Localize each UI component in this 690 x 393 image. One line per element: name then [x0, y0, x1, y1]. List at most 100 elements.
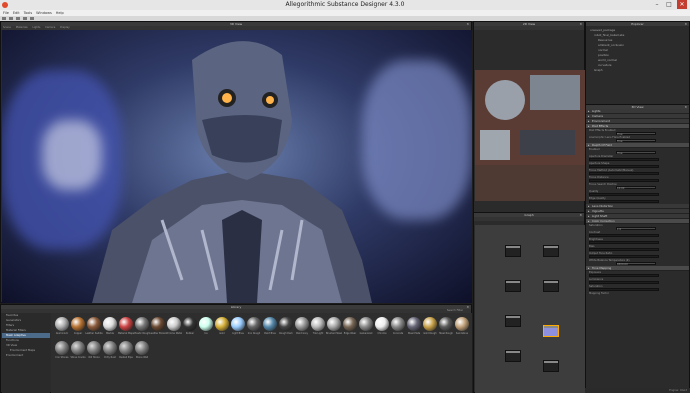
material-thumbnail[interactable] [295, 317, 309, 331]
material-thumbnail[interactable] [423, 317, 437, 331]
open-icon[interactable] [8, 17, 13, 20]
close-icon[interactable]: ✕ [466, 305, 469, 309]
material-thumbnail[interactable] [135, 317, 149, 331]
toolbar-scene[interactable]: Scene [3, 26, 11, 29]
edge-quality-slider[interactable] [589, 200, 659, 203]
toolbar-lights[interactable]: Lights [32, 26, 40, 29]
maximize-button[interactable]: □ [664, 0, 674, 9]
close-icon[interactable]: ✕ [684, 22, 687, 26]
material-thumbnail[interactable] [343, 317, 357, 331]
graph-node[interactable] [505, 280, 521, 292]
toolbar-materials[interactable]: Materials [16, 26, 28, 29]
library-header: Library ✕ [1, 305, 471, 309]
graph-panel: Graph ✕ [473, 212, 585, 393]
material-thumbnail[interactable] [103, 317, 117, 331]
material-thumbnail[interactable] [215, 317, 229, 331]
graph-canvas[interactable] [475, 225, 585, 393]
material-thumbnail[interactable] [119, 317, 133, 331]
focus-search-field[interactable]: 10.00 [616, 186, 656, 190]
saturation-field[interactable]: 1.0 [616, 227, 656, 231]
quality-slider[interactable] [589, 193, 659, 196]
material-thumbnail[interactable] [151, 317, 165, 331]
material-thumbnail[interactable] [231, 317, 245, 331]
graph-node[interactable] [543, 325, 559, 337]
3d-view-panel: 3D View ✕ Scene Materials Lights Camera … [0, 21, 472, 303]
dof-enabled-field[interactable]: True [616, 151, 656, 155]
explorer-panel: Explorer ✕ unsaved_package robot_final_b… [585, 21, 690, 105]
luminance-slider[interactable] [589, 281, 659, 284]
close-icon[interactable]: ✕ [466, 22, 469, 26]
graph-header: Graph ✕ [474, 213, 584, 217]
texture-preview[interactable] [475, 70, 585, 201]
material-thumbnail[interactable] [183, 317, 197, 331]
material-thumbnail[interactable] [199, 317, 213, 331]
material-thumbnail[interactable] [119, 341, 133, 355]
robot-render [92, 41, 372, 303]
close-button[interactable]: ✕ [677, 0, 687, 9]
contrast-slider[interactable] [589, 234, 659, 237]
graph-node[interactable] [543, 360, 559, 372]
material-thumbnail[interactable] [71, 341, 85, 355]
material-thumbnail[interactable] [55, 317, 69, 331]
graph-node[interactable] [505, 315, 521, 327]
new-icon[interactable] [2, 17, 6, 20]
post-effects-field[interactable]: True [616, 132, 656, 136]
post-effects-label: Post Effects Enabled [589, 129, 616, 132]
material-thumbnail[interactable] [87, 317, 101, 331]
brightness-slider[interactable] [589, 241, 659, 244]
exposure-slider[interactable] [589, 274, 659, 277]
library-title: Library [230, 305, 242, 309]
save-icon[interactable] [15, 17, 20, 20]
material-thumbnail[interactable] [439, 317, 453, 331]
lens-flare-field[interactable]: True [616, 139, 656, 143]
material-thumbnail[interactable] [135, 341, 149, 355]
explorer-title: Explorer [631, 22, 644, 26]
undo-icon[interactable] [22, 17, 27, 20]
graph-node[interactable] [505, 245, 521, 257]
library-search-input[interactable]: Search Filter [447, 309, 463, 312]
material-thumbnail[interactable] [327, 317, 341, 331]
material-thumbnail[interactable] [359, 317, 373, 331]
3d-view-header: 3D View ✕ [1, 22, 471, 26]
material-thumbnail[interactable] [375, 317, 389, 331]
close-icon[interactable]: ✕ [579, 22, 582, 26]
aperture-shape-dropdown[interactable] [589, 165, 659, 168]
category-environment[interactable]: Environment [2, 353, 50, 358]
material-thumbnail[interactable] [263, 317, 277, 331]
3d-viewport[interactable] [2, 30, 472, 303]
material-thumbnail[interactable] [247, 317, 261, 331]
saturation-label: Saturation [589, 224, 603, 227]
2d-view-title: 2D View [522, 22, 536, 26]
material-thumbnail[interactable] [391, 317, 405, 331]
focus-method-dropdown[interactable] [589, 172, 659, 175]
bias-slider[interactable] [589, 248, 659, 251]
tone-saturation-slider[interactable] [589, 288, 659, 291]
material-thumbnail[interactable] [407, 317, 421, 331]
library-panel: Library ✕ Search Filter Favorites Genera… [0, 304, 472, 393]
material-thumbnail[interactable] [55, 341, 69, 355]
toolbar-camera[interactable]: Camera [45, 26, 55, 29]
white-balance-field[interactable]: 6500.00 [616, 262, 656, 266]
tree-item[interactable]: Graph [590, 68, 685, 73]
material-thumbnail[interactable] [87, 341, 101, 355]
aperture-diameter-slider[interactable] [589, 158, 659, 161]
close-icon[interactable]: ✕ [579, 213, 582, 217]
material-thumbnail[interactable] [311, 317, 325, 331]
material-thumbnail[interactable] [167, 317, 181, 331]
library-grid: Aluminium Copper Leather Saddle Marble Mater… [51, 313, 472, 393]
3d-view-properties-panel: 3D View ✕ Lights Camera Environment Post… [585, 104, 690, 393]
graph-node[interactable] [543, 280, 559, 292]
minimize-button[interactable]: – [652, 0, 662, 9]
material-thumbnail[interactable] [279, 317, 293, 331]
material-thumbnail[interactable] [103, 341, 117, 355]
material-thumbnail[interactable] [455, 317, 469, 331]
graph-node[interactable] [543, 245, 559, 257]
mapping-factor-label: Mapping Factor [589, 292, 609, 295]
redo-icon[interactable] [29, 17, 34, 20]
tone-ratio-slider[interactable] [589, 255, 659, 258]
material-thumbnail[interactable] [71, 317, 85, 331]
graph-node[interactable] [505, 350, 521, 362]
toolbar-display[interactable]: Display [60, 26, 70, 29]
focus-distance-field[interactable] [589, 179, 659, 182]
graph-title: Graph [524, 213, 534, 217]
